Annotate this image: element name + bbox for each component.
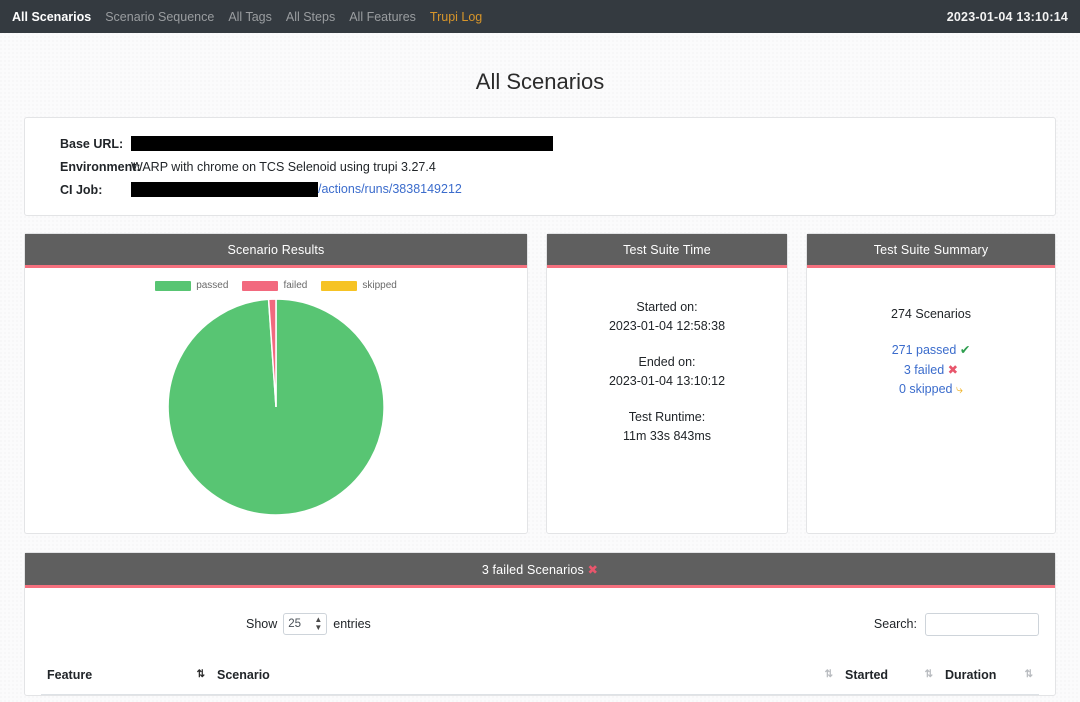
nav-link-all-scenarios[interactable]: All Scenarios: [12, 10, 91, 24]
card-test-suite-time-body: Started on: 2023-01-04 12:58:38 Ended on…: [547, 268, 787, 533]
search-control: Search:: [874, 613, 1039, 636]
spacer-1: [555, 337, 779, 353]
redacted-ci-job-host: [131, 182, 318, 197]
summary-link-skipped[interactable]: 0 skipped: [899, 382, 953, 396]
failed-scenarios-body: Show 25 ▲▼ entries Search: Feature: [25, 588, 1055, 695]
column-label-feature: Feature: [47, 668, 92, 682]
ci-job-value: /actions/runs/3838149212: [131, 182, 462, 197]
summary-line-skipped: 0 skipped ⤷: [815, 380, 1047, 399]
pie-chart-wrap: [33, 297, 519, 517]
nav-link-all-tags[interactable]: All Tags: [228, 10, 272, 24]
search-label: Search:: [874, 617, 917, 631]
cross-icon: ✖: [948, 363, 958, 377]
failed-scenarios-title: 3 failed Scenarios: [482, 563, 584, 577]
spacer-2: [555, 392, 779, 408]
legend-item-passed[interactable]: passed: [155, 280, 228, 291]
card-test-suite-summary-title: Test Suite Summary: [807, 234, 1055, 268]
summary-link-failed[interactable]: 3 failed: [904, 363, 944, 377]
page-title: All Scenarios: [0, 69, 1080, 95]
legend-swatch-failed: [242, 281, 278, 291]
suite-summary-content: 274 Scenarios 271 passed ✔ 3 failed ✖ 0 …: [815, 278, 1047, 400]
sort-icon-duration[interactable]: ⇅: [1025, 670, 1033, 680]
card-test-suite-time: Test Suite Time Started on: 2023-01-04 1…: [546, 233, 788, 534]
base-url-label: Base URL:: [43, 137, 131, 151]
legend-item-skipped[interactable]: skipped: [321, 280, 396, 291]
page-length-control: Show 25 ▲▼ entries: [246, 613, 371, 635]
summary-line-failed: 3 failed ✖: [815, 361, 1047, 380]
card-scenario-results-title: Scenario Results: [25, 234, 527, 268]
cross-icon: ✖: [588, 563, 599, 577]
column-header-duration[interactable]: Duration ⇅: [939, 658, 1039, 695]
base-url-value: [131, 136, 553, 151]
sort-icon-feature[interactable]: ⇅: [197, 670, 205, 680]
environment-value: WARP with chrome on TCS Selenoid using t…: [131, 160, 436, 174]
entries-label: entries: [333, 617, 371, 631]
runtime-value: 11m 33s 843ms: [555, 427, 779, 446]
column-header-started[interactable]: Started ⇅: [839, 658, 939, 695]
redacted-base-url: [131, 136, 553, 151]
total-scenarios: 274 Scenarios: [815, 305, 1047, 324]
table-head: Feature ⇅ Scenario ⇅: [41, 658, 1039, 695]
card-test-suite-summary: Test Suite Summary 274 Scenarios 271 pas…: [806, 233, 1056, 534]
show-label: Show: [246, 617, 277, 631]
card-failed-scenarios: 3 failed Scenarios ✖ Show 25 ▲▼ entries …: [24, 552, 1056, 696]
environment-label: Environment:: [43, 160, 131, 174]
meta-row-environment: Environment: WARP with chrome on TCS Sel…: [43, 155, 1037, 178]
legend-item-failed[interactable]: failed: [242, 280, 307, 291]
nav-links: All Scenarios Scenario Sequence All Tags…: [12, 10, 482, 24]
card-scenario-results-body: passed failed skipped: [25, 268, 527, 533]
metadata-panel: Base URL: Environment: WARP with chrome …: [24, 117, 1056, 216]
legend-label-passed: passed: [196, 280, 228, 291]
legend-label-failed: failed: [283, 280, 307, 291]
summary-link-passed[interactable]: 271 passed: [892, 343, 957, 357]
ci-job-label: CI Job:: [43, 183, 131, 197]
started-on-value: 2023-01-04 12:58:38: [555, 317, 779, 336]
card-test-suite-summary-body: 274 Scenarios 271 passed ✔ 3 failed ✖ 0 …: [807, 268, 1055, 533]
check-icon: ✔: [960, 343, 970, 357]
datatable-controls: Show 25 ▲▼ entries Search:: [41, 602, 1039, 646]
card-scenario-results: Scenario Results passed failed skipped: [24, 233, 528, 534]
column-label-scenario: Scenario: [217, 668, 270, 682]
legend-swatch-passed: [155, 281, 191, 291]
summary-cards-row: Scenario Results passed failed skipped: [24, 233, 1056, 534]
started-on-label: Started on:: [555, 298, 779, 317]
skip-arrow-icon: ⤷: [956, 382, 963, 396]
nav-link-all-features[interactable]: All Features: [349, 10, 416, 24]
meta-row-ci-job: CI Job: /actions/runs/3838149212: [43, 178, 1037, 201]
summary-line-passed: 271 passed ✔: [815, 341, 1047, 360]
nav-link-all-steps[interactable]: All Steps: [286, 10, 335, 24]
ended-on-label: Ended on:: [555, 353, 779, 372]
legend-swatch-skipped: [321, 281, 357, 291]
page-size-select[interactable]: 25 ▲▼: [283, 613, 327, 635]
column-label-duration: Duration: [945, 668, 996, 682]
suite-time-content: Started on: 2023-01-04 12:58:38 Ended on…: [555, 278, 779, 446]
chevron-updown-icon: ▲▼: [314, 616, 322, 632]
runtime-label: Test Runtime:: [555, 408, 779, 427]
sort-icon-started[interactable]: ⇅: [925, 670, 933, 680]
column-header-scenario[interactable]: Scenario ⇅: [211, 658, 839, 695]
meta-row-base-url: Base URL:: [43, 132, 1037, 155]
legend-label-skipped: skipped: [362, 280, 396, 291]
card-test-suite-time-title: Test Suite Time: [547, 234, 787, 268]
top-navbar: All Scenarios Scenario Sequence All Tags…: [0, 0, 1080, 33]
pie-chart[interactable]: [166, 297, 386, 517]
search-input[interactable]: [925, 613, 1039, 636]
column-header-feature[interactable]: Feature ⇅: [41, 658, 211, 695]
column-label-started: Started: [845, 668, 888, 682]
page-size-value: 25: [288, 618, 301, 630]
nav-link-trupi-log[interactable]: Trupi Log: [430, 10, 482, 24]
sort-icon-scenario[interactable]: ⇅: [825, 670, 833, 680]
table-header-row: Feature ⇅ Scenario ⇅: [41, 658, 1039, 695]
pie-legend: passed failed skipped: [33, 280, 519, 291]
failed-scenarios-table: Feature ⇅ Scenario ⇅: [41, 658, 1039, 695]
ended-on-value: 2023-01-04 13:10:12: [555, 372, 779, 391]
navbar-clock: 2023-01-04 13:10:14: [947, 10, 1068, 24]
ci-job-link[interactable]: /actions/runs/3838149212: [318, 182, 462, 196]
failed-scenarios-title-bar: 3 failed Scenarios ✖: [25, 553, 1055, 588]
nav-link-scenario-sequence[interactable]: Scenario Sequence: [105, 10, 214, 24]
